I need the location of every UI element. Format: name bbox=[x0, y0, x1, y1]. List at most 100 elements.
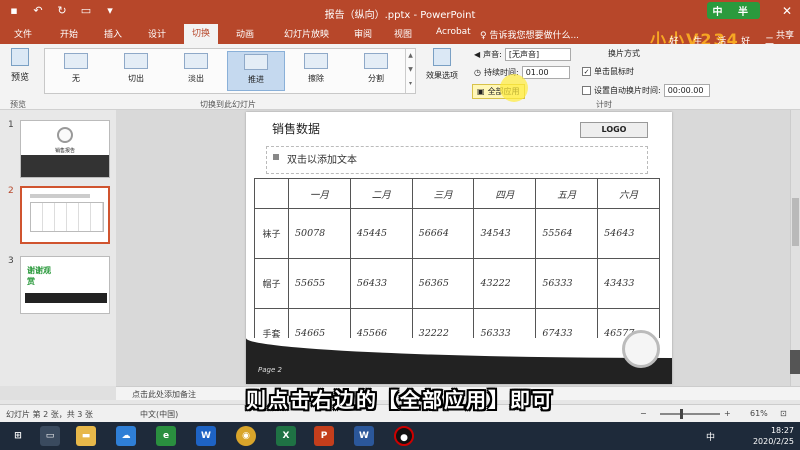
tab-acrobat[interactable]: Acrobat bbox=[436, 27, 471, 37]
slide-title[interactable]: 销售数据 bbox=[272, 120, 320, 137]
transition-none[interactable]: 无 bbox=[47, 51, 105, 91]
table-header: 二月 bbox=[349, 178, 413, 209]
text-placeholder[interactable]: 双击以添加文本 bbox=[266, 146, 648, 174]
ime-indicator[interactable]: 中 bbox=[706, 430, 715, 443]
sales-table[interactable]: 一月 二月 三月 四月 五月 六月 袜子 50078 45445 56664 3… bbox=[254, 178, 660, 359]
transition-wipe-icon bbox=[304, 53, 328, 69]
clock[interactable]: 18:27 2020/2/25 bbox=[753, 425, 794, 447]
windows-start-icon[interactable]: ⊞ bbox=[8, 426, 28, 446]
table-row: 帽子 55655 56433 56365 43222 56333 43433 bbox=[254, 258, 660, 309]
vertical-scrollbar[interactable] bbox=[790, 110, 800, 386]
preview-button[interactable]: 预览 bbox=[6, 48, 34, 83]
transition-label: 切出 bbox=[128, 74, 144, 83]
table-cell: 帽子 bbox=[254, 258, 289, 309]
placeholder-text: 双击以添加文本 bbox=[287, 155, 357, 166]
duration-input[interactable]: 01.00 bbox=[521, 66, 570, 79]
tab-view[interactable]: 视图 bbox=[394, 27, 412, 40]
tell-me-search[interactable]: ♀ 告诉我您想要做什么... bbox=[480, 28, 579, 41]
clock-time: 18:27 bbox=[770, 426, 794, 435]
video-subtitle: 则点击右边的【全部应用】即可 bbox=[246, 388, 554, 412]
ribbon: 预览 预览 无 切出 淡出 推进 擦除 分割 ▲ ▼ ▾ 切换到此幻灯片 效果选… bbox=[0, 44, 800, 110]
thumb-number: 1 bbox=[8, 120, 14, 130]
transition-cut[interactable]: 切出 bbox=[107, 51, 165, 91]
transition-gallery: 无 切出 淡出 推进 擦除 分割 ▲ ▼ ▾ bbox=[44, 48, 416, 94]
tab-file[interactable]: 文件 bbox=[14, 27, 32, 40]
table-cell: 43222 bbox=[473, 258, 537, 309]
zoom-slider[interactable] bbox=[660, 413, 720, 415]
cloud-app-icon[interactable]: ☁ bbox=[116, 426, 136, 446]
table-header: 四月 bbox=[473, 178, 537, 209]
table-cell: 56664 bbox=[411, 208, 475, 259]
table-cell: 袜子 bbox=[254, 208, 289, 259]
tab-insert[interactable]: 插入 bbox=[104, 27, 122, 40]
effect-options-label: 效果选项 bbox=[426, 71, 458, 80]
thumb-title: 谢谢观赏 bbox=[27, 266, 51, 286]
table-cell: 45445 bbox=[349, 208, 413, 259]
effect-options-icon bbox=[433, 48, 451, 66]
task-view-icon[interactable]: ▭ bbox=[40, 426, 60, 446]
tab-design[interactable]: 设计 bbox=[148, 27, 166, 40]
transition-split[interactable]: 分割 bbox=[347, 51, 405, 91]
window-title: 报告（纵向）.pptx - PowerPoint bbox=[324, 10, 476, 21]
thumb-number: 2 bbox=[8, 186, 14, 196]
record-icon[interactable]: ● bbox=[394, 426, 414, 446]
chrome-icon[interactable]: ◉ bbox=[236, 426, 256, 446]
powerpoint-icon[interactable]: P bbox=[314, 426, 334, 446]
excel-icon[interactable]: X bbox=[276, 426, 296, 446]
table-cell: 55655 bbox=[288, 258, 351, 309]
transition-label: 分割 bbox=[368, 74, 384, 83]
side-panel-button[interactable] bbox=[790, 350, 800, 374]
tab-review[interactable]: 审阅 bbox=[354, 27, 372, 40]
current-slide[interactable]: 销售数据 LOGO 双击以添加文本 一月 二月 三月 四月 五月 六月 袜子 5… bbox=[246, 112, 672, 384]
table-cell: 43433 bbox=[597, 258, 660, 309]
wps-icon[interactable]: W bbox=[196, 426, 216, 446]
transition-label: 无 bbox=[72, 74, 80, 83]
transition-split-icon bbox=[364, 53, 388, 69]
slide-thumbnail-2[interactable] bbox=[20, 186, 110, 244]
clock-date: 2020/2/25 bbox=[752, 437, 794, 446]
transition-label: 淡出 bbox=[188, 74, 204, 83]
table-header-row: 一月 二月 三月 四月 五月 六月 bbox=[254, 178, 660, 209]
apply-all-icon: ▣ bbox=[477, 87, 485, 96]
cursor-highlight bbox=[500, 74, 528, 102]
slide-thumbnail-1[interactable]: 销售报告 bbox=[20, 120, 110, 178]
table-row: 袜子 50078 45445 56664 34543 55564 54643 bbox=[254, 208, 660, 259]
file-explorer-icon[interactable]: ▬ bbox=[76, 426, 96, 446]
effect-options-button[interactable]: 效果选项 bbox=[424, 48, 460, 81]
word-icon[interactable]: W bbox=[354, 426, 374, 446]
table-cell: 56433 bbox=[349, 258, 413, 309]
browser-e-icon[interactable]: e bbox=[156, 426, 176, 446]
close-icon[interactable]: ✕ bbox=[782, 4, 792, 18]
table-header: 一月 bbox=[288, 178, 351, 209]
thumb-footer bbox=[21, 155, 109, 177]
table-cell: 54643 bbox=[597, 208, 660, 259]
table-header: 六月 bbox=[597, 178, 660, 209]
sound-select[interactable]: [无声音] bbox=[504, 48, 571, 61]
scrollbar-thumb[interactable] bbox=[792, 198, 799, 246]
table-cell: 56333 bbox=[535, 258, 599, 309]
transition-push[interactable]: 推进 bbox=[227, 51, 285, 91]
slide-thumbnail-3[interactable]: 谢谢观赏 bbox=[20, 256, 110, 314]
transition-wipe[interactable]: 擦除 bbox=[287, 51, 345, 91]
brand-badge: 中 半 bbox=[706, 2, 760, 19]
transition-label: 擦除 bbox=[308, 74, 324, 83]
tab-transitions[interactable]: 切换 bbox=[184, 24, 219, 44]
gallery-scroll[interactable]: ▲ ▼ ▾ bbox=[405, 49, 415, 93]
tab-slideshow[interactable]: 幻灯片放映 bbox=[284, 27, 329, 40]
table-cell: 50078 bbox=[288, 208, 351, 259]
sound-label: 声音: bbox=[483, 50, 502, 59]
auto-time-input[interactable]: 00:00.00 bbox=[663, 84, 710, 97]
auto-advance-checkbox[interactable] bbox=[582, 86, 591, 95]
tab-home[interactable]: 开始 bbox=[60, 27, 78, 40]
transition-label: 推进 bbox=[248, 75, 264, 84]
preview-label: 预览 bbox=[10, 73, 29, 83]
on-click-checkbox[interactable]: ✓ bbox=[582, 67, 591, 76]
table-header: 五月 bbox=[535, 178, 599, 209]
transition-fade[interactable]: 淡出 bbox=[167, 51, 225, 91]
slide-thumbnails-pane: 1 销售报告 2 3 谢谢观赏 bbox=[0, 110, 116, 386]
tab-animations[interactable]: 动画 bbox=[236, 27, 254, 40]
slide-logo[interactable]: LOGO bbox=[580, 122, 648, 138]
thumb-number: 3 bbox=[8, 256, 14, 266]
sound-icon: ◀ bbox=[474, 50, 481, 59]
powerpoint-window: ▪ ↶ ↻ ▭ ▾ 报告（纵向）.pptx - PowerPoint 中 半 ✕… bbox=[0, 0, 800, 450]
